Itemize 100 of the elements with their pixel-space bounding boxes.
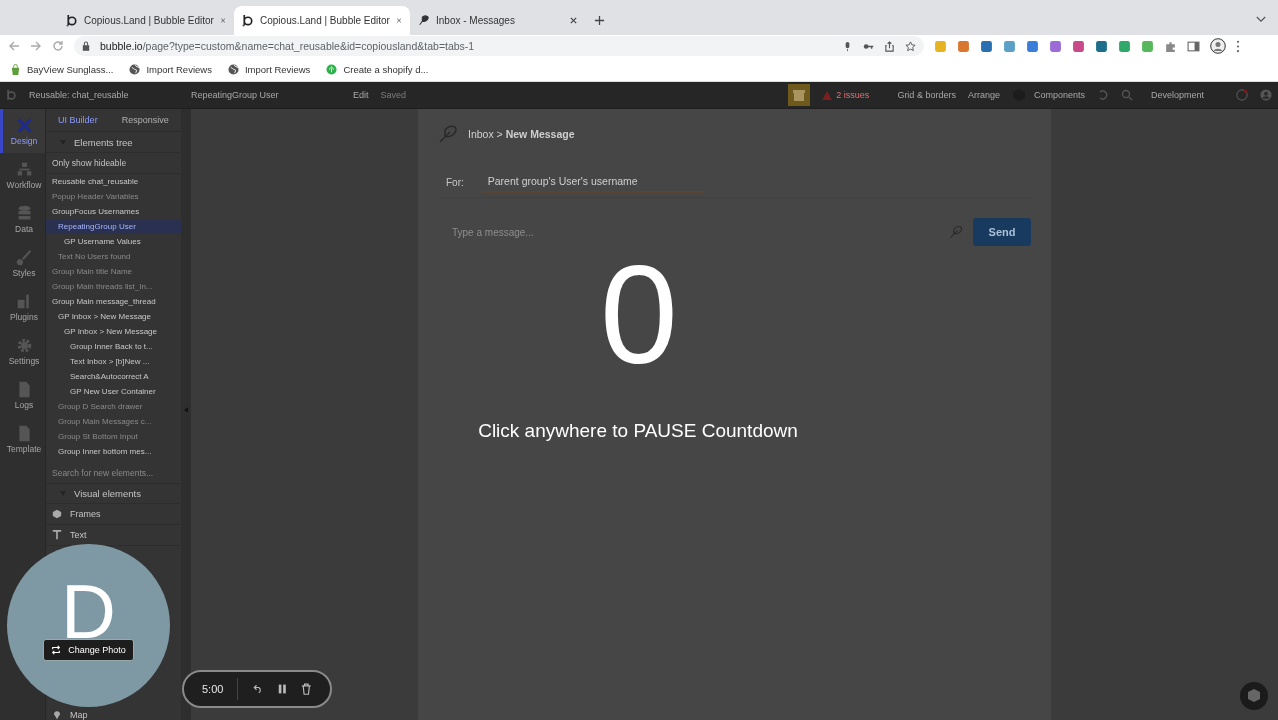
globe-icon [129, 63, 141, 75]
close-icon[interactable] [569, 16, 578, 25]
sidebar-tab[interactable]: Logs [0, 373, 45, 417]
extension-icon[interactable] [1049, 39, 1062, 53]
new-tab-icon[interactable] [594, 15, 605, 26]
tree-item[interactable]: GP Username Values [46, 234, 181, 249]
tree-item[interactable]: Reusable chat_reusable [46, 174, 181, 189]
element-dropdown[interactable]: RepeatingGroup User [191, 90, 341, 100]
feather-icon [418, 14, 430, 27]
extension-icon[interactable] [1095, 39, 1108, 53]
cube-icon [52, 509, 62, 519]
message-field[interactable]: Type a message... [450, 225, 939, 239]
leaf-icon [326, 63, 338, 75]
tree-item[interactable]: RepeatingGroup User [46, 219, 181, 234]
section-title[interactable]: Elements tree [74, 136, 133, 148]
extension-icon[interactable] [980, 39, 993, 53]
environment-dropdown[interactable]: Development [1150, 90, 1204, 100]
countdown-hint[interactable]: Click anywhere to PAUSE Countdown [478, 420, 798, 442]
bubble-logo-icon [242, 14, 254, 27]
extension-icon[interactable] [1141, 39, 1154, 53]
sidebar-tab[interactable]: Template [0, 417, 45, 461]
sidebar-tab[interactable]: Data [0, 197, 45, 241]
trash-icon[interactable] [301, 683, 312, 695]
extension-icon[interactable] [957, 39, 970, 53]
grid-borders-menu[interactable]: Grid & borders [897, 90, 956, 100]
gift-icon[interactable] [788, 84, 811, 106]
flowchart-icon [15, 160, 33, 178]
recipient-field[interactable]: Parent group's User's username [481, 171, 704, 193]
tree-item[interactable]: Text Inbox > [b]New ... [46, 354, 181, 369]
tree-item[interactable]: GP Inbox > New Message [46, 324, 181, 339]
sidebar-tab[interactable]: Design [0, 109, 45, 153]
pause-icon[interactable] [276, 683, 288, 695]
warning-icon [822, 90, 833, 100]
profile-avatar-icon[interactable] [1210, 38, 1226, 54]
tree-item[interactable]: GroupFocus Usernames [46, 204, 181, 219]
tree-item[interactable]: Group Main title Name [46, 264, 181, 279]
tree-item[interactable]: Group Inner bottom mes... [46, 444, 181, 459]
issues-count: 2 issues [836, 90, 870, 100]
chevron-down-icon[interactable] [1256, 16, 1266, 23]
tree-item[interactable]: GP New User Container [46, 384, 181, 399]
extension-icon[interactable] [1026, 39, 1039, 53]
extension-icon[interactable] [1003, 39, 1016, 53]
search-field[interactable]: Search for new elements... [46, 462, 181, 484]
tree-item[interactable]: Search&Autocorrect A [46, 369, 181, 384]
element-item[interactable]: Map [52, 709, 88, 720]
tree-item[interactable]: Group Main Messages c... [46, 414, 181, 429]
sidebar-icon[interactable] [1187, 39, 1200, 53]
issues-indicator[interactable]: 2 issues [822, 90, 870, 100]
bookmark[interactable]: BayView Sunglass... [10, 63, 114, 75]
feather-icon [438, 124, 458, 144]
page-dropdown[interactable]: Reusable: chat_reusable [29, 90, 179, 100]
extension-icon[interactable] [1072, 39, 1085, 53]
bookmark[interactable]: Import Reviews [227, 63, 311, 75]
back-icon[interactable] [8, 40, 20, 52]
address-bar[interactable]: bubble.io/page?type=custom&name=chat_reusable&id=copiousland&tab=tabs-1 [74, 36, 924, 56]
search-icon[interactable] [1120, 89, 1133, 101]
menu-icon[interactable] [1236, 39, 1240, 53]
tree-item[interactable]: Popup Header Variables [46, 189, 181, 204]
gear-icon [15, 336, 33, 354]
panel-tab[interactable]: UI Builder [58, 115, 98, 125]
tree-item[interactable]: GP Inbox > New Message [46, 309, 181, 324]
bookmark[interactable]: Import Reviews [129, 63, 212, 75]
tree-item[interactable]: Text No Users found [46, 249, 181, 264]
user-icon[interactable] [1260, 89, 1272, 101]
tree-item[interactable]: Group Inner Back to t... [46, 339, 181, 354]
extension-icon[interactable] [1118, 39, 1131, 53]
bubble-logo-icon [66, 14, 78, 27]
bookmark[interactable]: Create a shopify d... [326, 63, 429, 75]
change-photo-button[interactable]: Change Photo [43, 638, 134, 661]
timer: 5:00 [202, 683, 224, 695]
bubble-logo-icon [6, 89, 17, 101]
letter-t-icon [52, 530, 62, 540]
sidebar-tab[interactable]: Settings [0, 329, 45, 373]
tree-item[interactable]: Group St Bottom Input [46, 429, 181, 444]
arrange-menu[interactable]: Arrange [967, 90, 1000, 100]
browser-tab[interactable]: Copious.Land | Bubble Editor [58, 6, 234, 35]
tree-item[interactable]: Group D Search drawer [46, 399, 181, 414]
send-button[interactable]: Send [973, 218, 1031, 246]
share-icon[interactable] [884, 40, 895, 52]
star-icon[interactable] [905, 40, 916, 52]
browser-tab[interactable]: Inbox - Messages [410, 6, 586, 35]
sidebar-tab[interactable]: Workflow [0, 153, 45, 197]
components-button[interactable]: Components [1011, 88, 1085, 102]
edit-label[interactable]: Edit [353, 90, 369, 100]
panel-tab[interactable]: Responsive [121, 115, 169, 125]
tree-item[interactable]: Group Main threads list_In... [46, 279, 181, 294]
cube-icon[interactable] [1240, 682, 1268, 710]
pin-icon [52, 709, 62, 720]
breadcrumb: Inbox > New Message [468, 128, 575, 140]
puzzle-icon[interactable] [1164, 39, 1177, 53]
help-icon[interactable] [1236, 89, 1248, 101]
shopping-bag-icon [10, 63, 21, 75]
saved-status: Saved [380, 90, 407, 100]
browser-tab[interactable]: Copious.Land | Bubble Editor [234, 6, 410, 35]
forward-icon[interactable] [30, 40, 42, 52]
sidebar-tab[interactable]: Styles [0, 241, 45, 285]
reload-icon[interactable] [52, 40, 64, 52]
section-title[interactable]: Visual elements [74, 487, 141, 499]
tree-item[interactable]: Group Main message_thread [46, 294, 181, 309]
sidebar-tab[interactable]: Plugins [0, 285, 45, 329]
